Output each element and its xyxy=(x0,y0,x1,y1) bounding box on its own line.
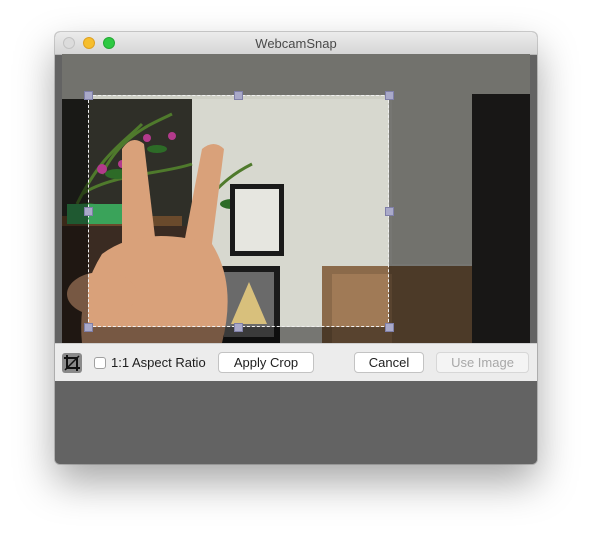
crop-icon[interactable] xyxy=(62,353,82,373)
use-image-button[interactable]: Use Image xyxy=(436,352,529,373)
crop-handle-bottom-right[interactable] xyxy=(385,323,394,332)
window-title: WebcamSnap xyxy=(255,36,337,51)
aspect-ratio-label: 1:1 Aspect Ratio xyxy=(111,355,206,370)
camera-preview[interactable] xyxy=(62,54,530,343)
title-bar[interactable]: WebcamSnap xyxy=(55,32,537,55)
crop-handle-top-left[interactable] xyxy=(84,91,93,100)
crop-handle-middle-right[interactable] xyxy=(385,207,394,216)
cancel-button[interactable]: Cancel xyxy=(354,352,424,373)
apply-crop-button[interactable]: Apply Crop xyxy=(218,352,314,373)
crop-selection[interactable] xyxy=(88,95,389,327)
crop-handle-bottom-left[interactable] xyxy=(84,323,93,332)
crop-handle-bottom-center[interactable] xyxy=(234,323,243,332)
app-window: WebcamSnap 1:1 Aspect Ratio Apply Crop C… xyxy=(55,32,537,464)
lower-panel xyxy=(55,381,537,464)
crop-handle-middle-left[interactable] xyxy=(84,207,93,216)
crop-toolbar: 1:1 Aspect Ratio Apply Crop Cancel Use I… xyxy=(55,343,537,382)
crop-handle-top-right[interactable] xyxy=(385,91,394,100)
aspect-ratio-checkbox[interactable] xyxy=(94,357,106,369)
crop-handle-top-center[interactable] xyxy=(234,91,243,100)
